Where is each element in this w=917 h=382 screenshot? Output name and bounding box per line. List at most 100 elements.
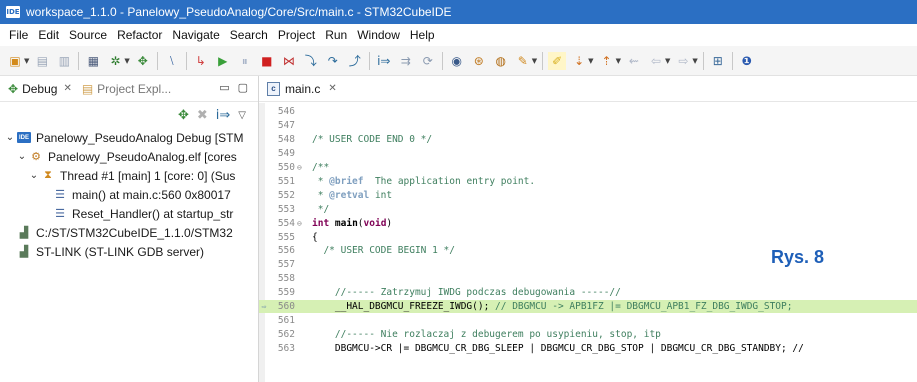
suspend-icon[interactable]: ⏸ [236, 52, 254, 70]
tree-item-gdb-process[interactable]: ▟ C:/ST/STM32CubeIDE_1.1.0/STM32 [4, 223, 258, 242]
close-icon[interactable]: ✕ [328, 83, 336, 94]
menu-run[interactable]: Run [320, 28, 352, 42]
new-dropdown-icon[interactable]: ▼ [24, 57, 29, 65]
code-token: @brief [329, 175, 364, 187]
code-line[interactable]: 554 ⊖ int main(void) [259, 216, 917, 230]
use-step-filters-icon[interactable]: ⇉ [397, 52, 415, 70]
toolbar-separator [441, 51, 443, 70]
fold-collapse-icon[interactable]: ⊖ [297, 163, 306, 172]
build-dropdown-icon[interactable]: ▼ [124, 57, 129, 65]
code-line[interactable]: 552 * @retval int [259, 188, 917, 202]
code-text-area[interactable]: 546 547 548/* USER CODE END 0 */549 550 ⊖/**… [259, 103, 917, 382]
step-return-icon[interactable]: ⤴ [346, 52, 364, 70]
pencil-dropdown-icon[interactable]: ▼ [532, 57, 537, 65]
menu-project[interactable]: Project [273, 28, 320, 42]
code-line[interactable]: 553 */ [259, 202, 917, 216]
close-icon[interactable]: ✕ [63, 83, 71, 94]
code-token: /* USER CODE BEGIN 1 */ [312, 245, 455, 257]
external-tools-icon[interactable]: ◉ [448, 52, 466, 70]
tree-item-stlink-server[interactable]: ▟ ST-LINK (ST-LINK GDB server) [4, 242, 258, 261]
new-file-icon[interactable]: ▣ [6, 52, 24, 70]
debug-launch-icon[interactable]: ✥ [134, 52, 152, 70]
tree-item-stack-frame-reset[interactable]: ☰ Reset_Handler() at startup_str [4, 204, 258, 223]
maximize-icon[interactable]: ▢ [238, 81, 248, 94]
code-line[interactable]: 562 //----- Nie rozlaczaj z debugerem po… [259, 327, 917, 341]
pencil-icon[interactable]: ✎ [514, 52, 532, 70]
next-annotation-dropdown-icon[interactable]: ▼ [588, 57, 593, 65]
figure-annotation: Rys. 8 [771, 247, 825, 267]
c-file-icon: c [267, 81, 280, 96]
forward-dropdown-icon[interactable]: ▼ [692, 57, 697, 65]
fold-collapse-icon[interactable]: ⊖ [297, 219, 306, 228]
tree-item-launch[interactable]: ⌄ IDE Panelowy_PseudoAnalog Debug [STM [4, 128, 258, 147]
toggle-mark-occurrences-icon[interactable]: ✐ [548, 51, 567, 70]
tab-debug[interactable]: ✥ Debug ✕ [8, 82, 72, 96]
tab-main-c[interactable]: c main.c ✕ [267, 81, 337, 96]
tree-item-elf-process[interactable]: ⌄ ⚙ Panelowy_PseudoAnalog.elf [cores [4, 147, 258, 166]
code-line[interactable]: 546 [259, 105, 917, 119]
line-number: 554 [277, 217, 295, 229]
menu-help[interactable]: Help [405, 28, 440, 42]
toolbar-separator [542, 51, 544, 70]
tab-project-explorer[interactable]: ▤ Project Expl... [82, 82, 171, 96]
restart-icon[interactable]: ⟳ [419, 52, 437, 70]
menu-navigate[interactable]: Navigate [167, 28, 224, 42]
back-icon[interactable]: ⇦ [647, 52, 665, 70]
build-config-icon[interactable]: ✲ [106, 52, 124, 70]
previous-annotation-dropdown-icon[interactable]: ▼ [616, 57, 621, 65]
code-text: DBGMCU->CR |= DBGMCU_CR_DBG_SLEEP | DBGM… [306, 343, 917, 354]
back-dropdown-icon[interactable]: ▼ [665, 57, 670, 65]
resume-icon[interactable]: ▶ [214, 52, 232, 70]
build-binary-icon[interactable]: ▦ [84, 52, 102, 70]
last-edit-location-icon[interactable]: ⇜ [625, 52, 643, 70]
instruction-stepping-icon[interactable]: i⇒ [375, 52, 393, 70]
chevron-down-icon[interactable]: ⌄ [28, 170, 40, 181]
info-icon[interactable]: ❶ [738, 52, 756, 70]
line-number: 556 [277, 245, 295, 257]
menu-edit[interactable]: Edit [33, 28, 64, 42]
open-perspective-icon[interactable]: ⊞ [709, 52, 727, 70]
menu-file[interactable]: File [4, 28, 33, 42]
skip-breakpoints-icon[interactable]: ⧵ [163, 52, 181, 70]
code-line[interactable]: 551 * @brief The application entry point… [259, 175, 917, 189]
code-line[interactable]: 559 //----- Zatrzymuj IWDG podczas debug… [259, 286, 917, 300]
instruction-stepping-icon[interactable]: i⇒ [216, 108, 231, 123]
menu-window[interactable]: Window [352, 28, 405, 42]
view-menu-icon[interactable]: ▽ [238, 110, 246, 121]
step-into-icon[interactable]: ⤵ [302, 52, 320, 70]
minimize-icon[interactable]: ▭ [219, 81, 229, 94]
tree-item-thread[interactable]: ⌄ ⧗ Thread #1 [main] 1 [core: 0] (Sus [4, 166, 258, 185]
code-line[interactable]: 561 [259, 314, 917, 328]
chevron-down-icon[interactable]: ⌄ [16, 151, 28, 162]
code-line[interactable]: 547 [259, 119, 917, 133]
thread-suspended-icon: ⧗ [44, 169, 52, 181]
disconnect-icon[interactable]: ⋈ [280, 52, 298, 70]
menu-source[interactable]: Source [64, 28, 112, 42]
next-annotation-icon[interactable]: ⇣ [570, 52, 588, 70]
code-text: /* USER CODE BEGIN 1 */ [306, 245, 917, 256]
step-over-icon[interactable]: ↷ [324, 52, 342, 70]
save-icon[interactable]: ▤ [33, 52, 51, 70]
chevron-down-icon[interactable]: ⌄ [4, 132, 16, 143]
debug-launch-icon[interactable]: ✥ [178, 108, 189, 123]
profile-icon[interactable]: ◍ [492, 52, 510, 70]
tree-item-stack-frame-main[interactable]: ☰ main() at main.c:560 0x80017 [4, 185, 258, 204]
code-line[interactable]: ⇨ 560 __HAL_DBGMCU_FREEZE_IWDG(); // DBGM… [259, 299, 917, 314]
code-editor: c main.c ✕ 546 547 548 /* USER CODE END 0 *… [259, 76, 917, 382]
code-line[interactable]: 555 { [259, 230, 917, 244]
code-line[interactable]: 549 [259, 147, 917, 161]
code-line[interactable]: 558 [259, 272, 917, 286]
forward-icon[interactable]: ⇨ [674, 52, 692, 70]
code-line[interactable]: 548 /* USER CODE END 0 */ [259, 133, 917, 147]
code-line[interactable]: 563 DBGMCU->CR |= DBGMCU_CR_DBG_SLEEP | … [259, 341, 917, 355]
save-all-icon[interactable]: ▥ [55, 52, 73, 70]
menu-search[interactable]: Search [225, 28, 273, 42]
menu-refactor[interactable]: Refactor [112, 28, 167, 42]
tree-item-label: ST-LINK (ST-LINK GDB server) [36, 244, 205, 259]
terminate-icon[interactable]: ■ [258, 52, 276, 70]
run-history-icon[interactable]: ⊛ [470, 52, 488, 70]
drop-to-frame-icon[interactable]: ↳ [192, 52, 210, 70]
previous-annotation-icon[interactable]: ⇡ [598, 52, 616, 70]
remove-launches-icon[interactable]: ✖ [197, 108, 208, 123]
code-line[interactable]: 550 ⊖ /** [259, 161, 917, 175]
